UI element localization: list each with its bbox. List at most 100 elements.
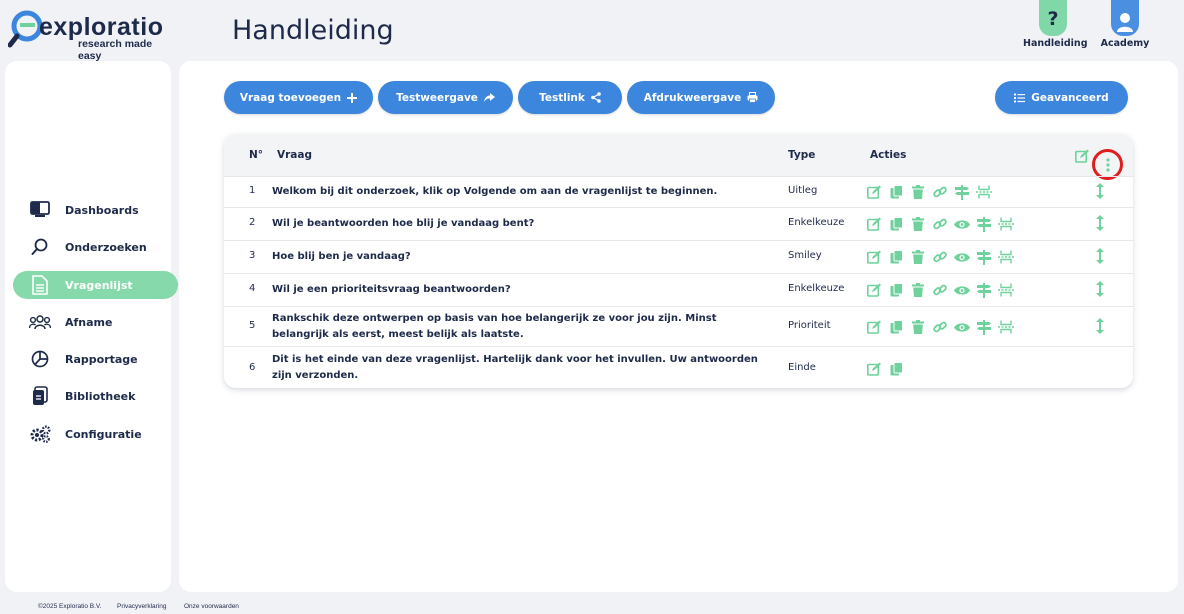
eye-icon[interactable] <box>954 249 970 265</box>
table-row[interactable]: 3 Hoe blij ben je vandaag? Smiley <box>224 240 1133 273</box>
eye-icon[interactable] <box>954 216 970 232</box>
pie-chart-icon <box>29 348 51 370</box>
add-question-label: Vraag toevoegen <box>239 91 342 104</box>
trash-icon[interactable] <box>910 282 926 298</box>
help-button[interactable]: ? Handleiding <box>1023 0 1088 49</box>
question-mark-icon: ? <box>1047 8 1059 30</box>
row-actions <box>866 249 1014 265</box>
table-row[interactable]: 2 Wil je beantwoorden hoe blij je vandaa… <box>224 207 1133 240</box>
reorder-handle-icon[interactable] <box>1096 215 1104 234</box>
print-view-button[interactable]: Afdrukweergave <box>627 81 775 114</box>
signpost-icon[interactable] <box>976 249 992 265</box>
advanced-button[interactable]: Geavanceerd <box>995 81 1128 114</box>
link-icon[interactable] <box>932 184 948 200</box>
row-type: Enkelkeuze <box>788 283 845 294</box>
edit-icon[interactable] <box>866 282 882 298</box>
table-row[interactable]: 5 Rankschik deze ontwerpen op basis van … <box>224 306 1133 346</box>
sidebar-item-vragenlijst[interactable]: Vragenlijst <box>13 271 178 299</box>
page-break-icon[interactable] <box>998 249 1014 265</box>
edit-icon[interactable] <box>866 216 882 232</box>
page-break-icon[interactable] <box>998 319 1014 335</box>
copy-icon[interactable] <box>888 249 904 265</box>
eye-icon[interactable] <box>954 282 970 298</box>
sidebar-item-onderzoeken[interactable]: Onderzoeken <box>13 233 178 261</box>
trash-icon[interactable] <box>910 216 926 232</box>
privacy-link[interactable]: Privacyverklaring <box>117 603 167 610</box>
row-number: 1 <box>249 185 256 196</box>
row-type: Einde <box>788 362 816 373</box>
edit-icon[interactable] <box>866 249 882 265</box>
page-title: Handleiding <box>232 15 394 46</box>
questions-table: N° Vraag Type Acties 1 Welkom bij dit on… <box>224 134 1133 388</box>
academy-button[interactable]: Academy <box>1095 0 1155 49</box>
edit-icon[interactable] <box>866 361 882 377</box>
sidebar-item-label: Configuratie <box>65 427 142 441</box>
test-view-button[interactable]: Testweergave <box>378 81 513 114</box>
reorder-handle-icon[interactable] <box>1096 248 1104 267</box>
edit-icon[interactable] <box>866 319 882 335</box>
row-number: 3 <box>249 250 256 261</box>
trash-icon[interactable] <box>910 319 926 335</box>
link-icon[interactable] <box>932 319 948 335</box>
row-actions <box>866 282 1014 298</box>
academy-button-label: Academy <box>1100 38 1150 49</box>
copy-icon[interactable] <box>888 282 904 298</box>
row-number: 2 <box>249 217 256 228</box>
main-panel: Vraag toevoegen Testweergave Testlink Af… <box>179 61 1178 592</box>
add-question-button[interactable]: Vraag toevoegen <box>224 81 373 114</box>
row-type: Uitleg <box>788 185 818 196</box>
reorder-handle-icon[interactable] <box>1096 183 1104 202</box>
copy-icon[interactable] <box>888 361 904 377</box>
link-icon[interactable] <box>932 282 948 298</box>
link-icon[interactable] <box>932 216 948 232</box>
copy-icon[interactable] <box>888 319 904 335</box>
sidebar-item-configuratie[interactable]: Configuratie <box>13 420 178 448</box>
signpost-icon[interactable] <box>976 216 992 232</box>
link-icon[interactable] <box>932 249 948 265</box>
print-view-label: Afdrukweergave <box>643 91 742 104</box>
row-question: Wil je beantwoorden hoe blij je vandaag … <box>272 218 535 229</box>
page-break-icon[interactable] <box>998 282 1014 298</box>
sidebar-item-dashboards[interactable]: Dashboards <box>13 196 178 224</box>
row-type: Prioriteit <box>788 320 831 331</box>
signpost-icon[interactable] <box>976 319 992 335</box>
people-icon <box>29 311 51 333</box>
plus-icon <box>347 92 358 103</box>
edit-icon[interactable] <box>866 184 882 200</box>
advanced-label: Geavanceerd <box>1031 91 1109 104</box>
dashboard-icon <box>29 199 51 221</box>
reorder-handle-icon[interactable] <box>1096 318 1104 337</box>
sidebar-item-rapportage[interactable]: Rapportage <box>13 345 178 373</box>
exploratio-logo[interactable]: exploratio research made easy <box>8 9 168 62</box>
table-row[interactable]: 4 Wil je een prioriteitsvraag beantwoord… <box>224 273 1133 306</box>
sidebar-item-label: Vragenlijst <box>65 278 133 292</box>
share-arrow-icon <box>483 92 495 102</box>
sidebar-item-bibliotheek[interactable]: Bibliotheek <box>13 382 178 410</box>
sidebar-item-afname[interactable]: Afname <box>13 308 178 336</box>
signpost-icon[interactable] <box>976 282 992 298</box>
row-number: 5 <box>249 320 256 331</box>
row-type: Smiley <box>788 250 822 261</box>
signpost-icon[interactable] <box>954 184 970 200</box>
header-type: Type <box>788 149 816 161</box>
table-row[interactable]: 6 Dit is het einde van deze vragenlijst.… <box>224 346 1133 388</box>
trash-icon[interactable] <box>910 249 926 265</box>
copy-icon[interactable] <box>888 184 904 200</box>
row-question: Rankschik deze ontwerpen op basis van ho… <box>272 313 717 340</box>
copy-icon[interactable] <box>888 216 904 232</box>
page-break-icon[interactable] <box>976 184 992 200</box>
printer-icon <box>747 92 758 103</box>
eye-icon[interactable] <box>954 319 970 335</box>
search-icon <box>29 236 51 258</box>
trash-icon[interactable] <box>910 184 926 200</box>
row-number: 4 <box>249 283 256 294</box>
table-row[interactable]: 1 Welkom bij dit onderzoek, klik op Volg… <box>224 176 1133 207</box>
test-link-button[interactable]: Testlink <box>518 81 622 114</box>
edit-all-icon[interactable] <box>1075 149 1090 166</box>
terms-link[interactable]: Onze voorwaarden <box>184 603 239 610</box>
reorder-handle-icon[interactable] <box>1096 281 1104 300</box>
sidebar-item-label: Afname <box>65 315 113 329</box>
page-break-icon[interactable] <box>998 216 1014 232</box>
help-button-label: Handleiding <box>1023 38 1088 49</box>
row-question: Welkom bij dit onderzoek, klik op Volgen… <box>272 186 718 197</box>
